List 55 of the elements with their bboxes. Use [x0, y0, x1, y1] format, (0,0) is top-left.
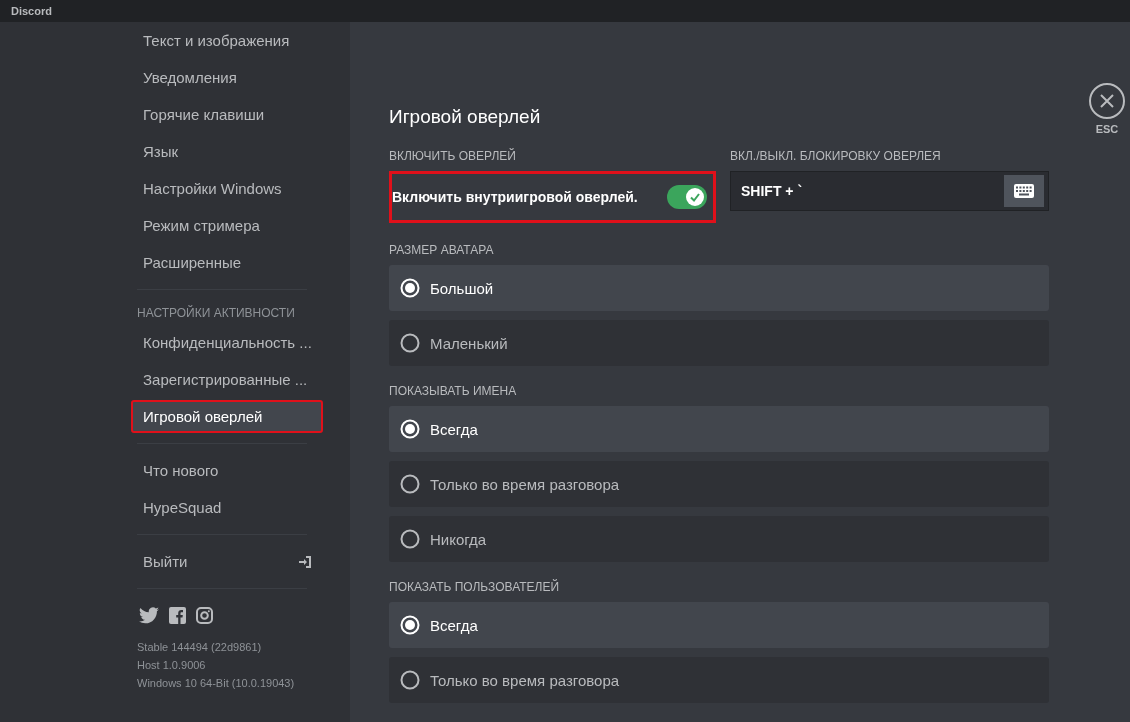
option-label: Только во время разговора [430, 475, 620, 493]
version-info: Host 1.0.9006 [137, 658, 207, 673]
sidebar-item[interactable]: Режим стримера [131, 209, 323, 242]
toggle-label: Включить внутриигровой оверлей. [392, 189, 638, 205]
sidebar-item[interactable]: Зарегистрированные ... [131, 363, 323, 396]
section-header: НАСТРОЙКИ АКТИВНОСТИ [137, 304, 296, 322]
sidebar-item[interactable]: Игровой оверлей [131, 400, 323, 433]
section-label: ВКЛЮЧИТЬ ОВЕРЛЕЙ [389, 149, 517, 163]
radio-option[interactable]: Маленький [389, 320, 1049, 366]
radio-button[interactable] [400, 670, 420, 690]
option-label: Маленький [430, 334, 508, 352]
section-label: ВКЛ./ВЫКЛ. БЛОКИРОВКУ ОВЕРЛЕЯ [730, 149, 942, 163]
radio-option[interactable]: Всегда [389, 602, 1049, 648]
instagram-icon[interactable] [196, 607, 213, 624]
radio-option[interactable]: Только во время разговора [389, 657, 1049, 703]
option-label: Только во время разговора [430, 671, 620, 689]
sidebar-item[interactable]: Настройки Windows [131, 172, 323, 205]
page-title: Игровой оверлей [389, 106, 542, 128]
sidebar-item[interactable]: Язык [131, 135, 323, 168]
sidebar-item[interactable]: Выйти [131, 545, 323, 578]
version-info: Stable 144494 (22d9861) [137, 640, 263, 655]
facebook-icon[interactable] [169, 607, 186, 624]
option-label: Всегда [430, 616, 478, 634]
section-label: РАЗМЕР АВАТАРА [389, 243, 495, 257]
keyboard-button[interactable] [1004, 175, 1044, 207]
esc-label: ESC [1095, 123, 1119, 135]
logout-icon [299, 555, 311, 568]
sidebar-item[interactable]: Что нового [131, 454, 323, 487]
sidebar-item[interactable]: Конфиденциальность ... [131, 326, 323, 359]
sidebar-item[interactable]: HypeSquad [131, 491, 323, 524]
radio-option[interactable]: Всегда [389, 406, 1049, 452]
close-button[interactable] [1089, 83, 1125, 119]
keybind-field[interactable]: SHIFT + ` [730, 171, 1049, 211]
version-info: Windows 10 64-Bit (10.0.19043) [137, 676, 296, 691]
toggle-switch[interactable] [667, 185, 707, 209]
twitter-icon[interactable] [139, 607, 159, 624]
radio-button[interactable] [400, 333, 420, 353]
sidebar-item[interactable]: Уведомления [131, 61, 323, 94]
check-icon [689, 191, 701, 203]
radio-button[interactable] [400, 474, 420, 494]
option-label: Большой [430, 279, 494, 297]
radio-option[interactable]: Только во время разговора [389, 461, 1049, 507]
radio-option[interactable]: Никогда [389, 516, 1049, 562]
window-title: Discord [11, 5, 52, 17]
section-label: ПОКАЗАТЬ ПОЛЬЗОВАТЕЛЕЙ [389, 580, 561, 594]
keyboard-icon [1014, 184, 1034, 198]
sidebar-item[interactable]: Горячие клавиши [131, 98, 323, 131]
option-label: Никогда [430, 530, 487, 548]
radio-button[interactable] [400, 529, 420, 549]
option-label: Всегда [430, 420, 478, 438]
sidebar-item[interactable]: Текст и изображения [131, 24, 323, 57]
close-icon [1100, 94, 1114, 108]
sidebar-item[interactable]: Расширенные [131, 246, 323, 279]
radio-option[interactable]: Большой [389, 265, 1049, 311]
section-label: ПОКАЗЫВАТЬ ИМЕНА [389, 384, 518, 398]
